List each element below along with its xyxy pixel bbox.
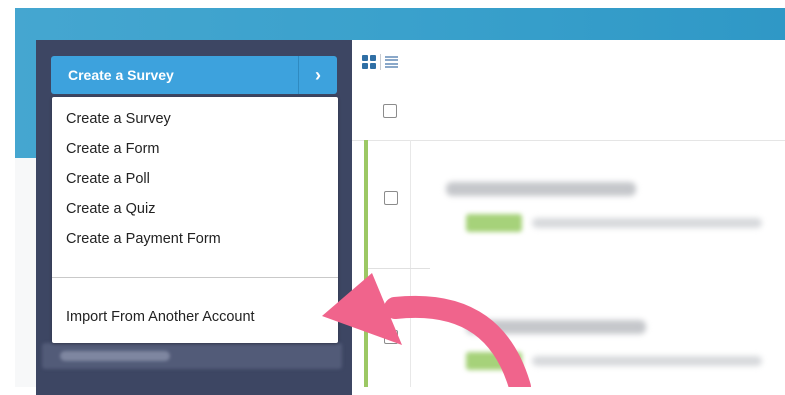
row-divider [368,268,430,269]
blurred-survey-meta [532,218,762,228]
blurred-sidebar-item [42,343,342,369]
blurred-status-tag [466,214,522,232]
create-menu-dropdown: Create a Survey Create a Form Create a P… [52,97,338,343]
row-accent-bar [364,140,368,387]
menu-item-create-survey[interactable]: Create a Survey [66,111,171,127]
column-divider [410,140,411,387]
menu-item-create-quiz[interactable]: Create a Quiz [66,201,155,217]
create-survey-button[interactable]: Create a Survey › [51,56,337,94]
chevron-right-icon[interactable]: › [298,56,337,94]
menu-item-import-account[interactable]: Import From Another Account [66,309,255,325]
menu-item-create-form[interactable]: Create a Form [66,141,159,157]
blurred-survey-meta [532,356,762,366]
blurred-survey-title[interactable] [466,320,646,334]
create-survey-label: Create a Survey [68,67,174,83]
view-toggle [362,54,398,70]
grid-view-icon[interactable] [362,55,376,69]
table-header-divider [352,140,785,141]
menu-item-create-poll[interactable]: Create a Poll [66,171,150,187]
view-toggle-separator [380,54,381,70]
blurred-survey-title[interactable] [446,182,636,196]
menu-item-create-payment-form[interactable]: Create a Payment Form [66,231,221,247]
row-checkbox[interactable] [384,330,398,344]
blurred-status-tag [466,352,522,370]
menu-divider [52,277,338,278]
list-view-icon[interactable] [385,56,398,68]
select-all-checkbox[interactable] [383,104,397,118]
row-checkbox[interactable] [384,191,398,205]
